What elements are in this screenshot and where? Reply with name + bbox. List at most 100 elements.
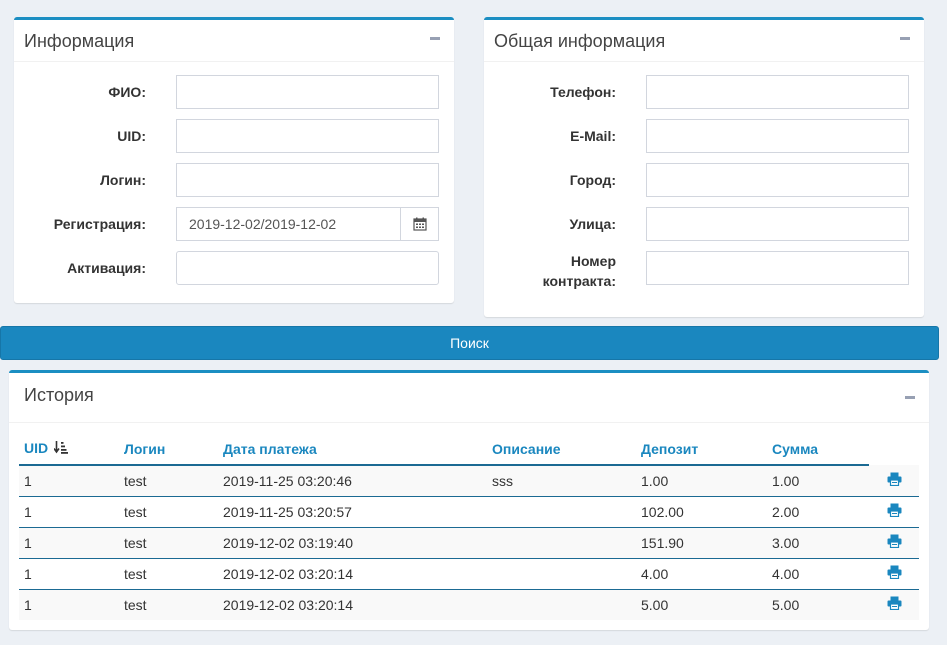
cell-print: [869, 588, 919, 620]
cell-sum: 5.00: [767, 588, 869, 620]
info-panel: Информация ФИО: UID: Логин: Регистрация:…: [14, 17, 454, 303]
cell-date: 2019-12-02 03:19:40: [218, 526, 487, 558]
street-input[interactable]: [646, 207, 909, 241]
general-panel-title: Общая информация: [494, 31, 666, 51]
print-icon[interactable]: [887, 596, 902, 613]
cell-date: 2019-12-02 03:20:14: [218, 588, 487, 620]
table-row: 1 test 2019-11-25 03:20:57 102.00 2.00: [19, 495, 919, 527]
registration-date-value: 2019-12-02/2019-12-02: [189, 216, 337, 232]
form-row-fio: ФИО:: [14, 75, 454, 109]
cell-print: [869, 495, 919, 527]
registration-label: Регистрация:: [53, 216, 146, 232]
general-panel-header: Общая информация: [484, 20, 924, 62]
form-row-registration: Регистрация: 2019-12-02/2019-12-02: [14, 207, 454, 241]
info-panel-title: Информация: [24, 31, 135, 51]
contract-number-label: Номер контракта:: [481, 251, 616, 291]
uid-label: UID:: [117, 128, 146, 144]
cell-date: 2019-11-25 03:20:57: [218, 495, 487, 527]
cell-description: sss: [487, 465, 636, 496]
cell-uid: 1: [19, 557, 119, 589]
minus-icon[interactable]: [905, 396, 915, 399]
form-row-phone: Телефон:: [484, 75, 924, 109]
cell-sum: 4.00: [767, 557, 869, 589]
cell-sum: 1.00: [767, 465, 869, 496]
cell-login: test: [119, 465, 218, 496]
cell-print: [869, 557, 919, 589]
cell-description: [487, 588, 636, 620]
email-input[interactable]: [646, 119, 909, 153]
cell-description: [487, 526, 636, 558]
print-icon[interactable]: [887, 472, 902, 489]
history-table: UID Логин Дата платежа Описание Депозит …: [19, 433, 919, 620]
contract-number-input[interactable]: [646, 251, 909, 285]
cell-print: [869, 465, 919, 496]
info-panel-header: Информация: [14, 20, 454, 62]
form-row-email: E-Mail:: [484, 119, 924, 153]
cell-date: 2019-11-25 03:20:46: [218, 465, 487, 496]
history-panel-header: История: [9, 373, 929, 423]
minus-icon[interactable]: [900, 37, 910, 40]
fio-input[interactable]: [176, 75, 439, 109]
email-label: E-Mail:: [570, 128, 616, 144]
activation-label: Активация:: [67, 260, 146, 276]
minus-icon[interactable]: [430, 37, 440, 40]
cell-login: test: [119, 495, 218, 527]
column-header-sum[interactable]: Сумма: [767, 433, 869, 466]
login-label: Логин:: [100, 172, 146, 188]
form-row-activation: Активация:: [14, 251, 454, 285]
table-row: 1 test 2019-12-02 03:20:14 4.00 4.00: [19, 557, 919, 589]
column-header-deposit[interactable]: Депозит: [636, 433, 767, 466]
column-header-description[interactable]: Описание: [487, 433, 636, 466]
general-info-panel: Общая информация Телефон: E-Mail: Город:…: [484, 17, 924, 317]
cell-uid: 1: [19, 526, 119, 558]
activation-input[interactable]: [176, 251, 439, 285]
table-row: 1 test 2019-12-02 03:20:14 5.00 5.00: [19, 588, 919, 620]
cell-login: test: [119, 526, 218, 558]
cell-description: [487, 557, 636, 589]
column-uid-label: UID: [24, 440, 49, 456]
column-header-uid[interactable]: UID: [19, 433, 119, 466]
cell-print: [869, 526, 919, 558]
contract-label-line2: контракта:: [542, 273, 616, 289]
cell-deposit: 5.00: [636, 588, 767, 620]
cell-deposit: 151.90: [636, 526, 767, 558]
cell-description: [487, 495, 636, 527]
cell-login: test: [119, 557, 218, 589]
print-icon[interactable]: [887, 534, 902, 551]
table-row: 1 test 2019-12-02 03:19:40 151.90 3.00: [19, 526, 919, 558]
cell-uid: 1: [19, 588, 119, 620]
cell-deposit: 1.00: [636, 465, 767, 496]
column-header-login[interactable]: Логин: [119, 433, 218, 466]
history-panel-title: История: [24, 385, 94, 405]
form-row-contract: Номер контракта:: [484, 251, 924, 295]
street-label: Улица:: [569, 216, 616, 232]
history-panel: История UID Логин Дата платежа Описание …: [9, 370, 929, 630]
form-row-uid: UID:: [14, 119, 454, 153]
phone-input[interactable]: [646, 75, 909, 109]
cell-deposit: 102.00: [636, 495, 767, 527]
cell-uid: 1: [19, 465, 119, 496]
column-header-actions: [869, 433, 919, 465]
print-icon[interactable]: [887, 503, 902, 520]
cell-sum: 2.00: [767, 495, 869, 527]
search-button[interactable]: Поиск: [0, 326, 939, 360]
form-row-city: Город:: [484, 163, 924, 197]
calendar-icon[interactable]: [400, 208, 438, 240]
cell-sum: 3.00: [767, 526, 869, 558]
registration-date-range-input[interactable]: 2019-12-02/2019-12-02: [176, 207, 439, 241]
uid-input[interactable]: [176, 119, 439, 153]
fio-label: ФИО:: [108, 84, 146, 100]
cell-deposit: 4.00: [636, 557, 767, 589]
column-header-payment-date[interactable]: Дата платежа: [218, 433, 487, 466]
cell-date: 2019-12-02 03:20:14: [218, 557, 487, 589]
table-row: 1 test 2019-11-25 03:20:46 sss 1.00 1.00: [19, 465, 919, 496]
cell-uid: 1: [19, 495, 119, 527]
phone-label: Телефон:: [550, 84, 616, 100]
cell-login: test: [119, 588, 218, 620]
print-icon[interactable]: [887, 565, 902, 582]
city-input[interactable]: [646, 163, 909, 197]
sort-amount-icon[interactable]: [53, 441, 69, 457]
login-input[interactable]: [176, 163, 439, 197]
form-row-street: Улица:: [484, 207, 924, 241]
form-row-login: Логин:: [14, 163, 454, 197]
